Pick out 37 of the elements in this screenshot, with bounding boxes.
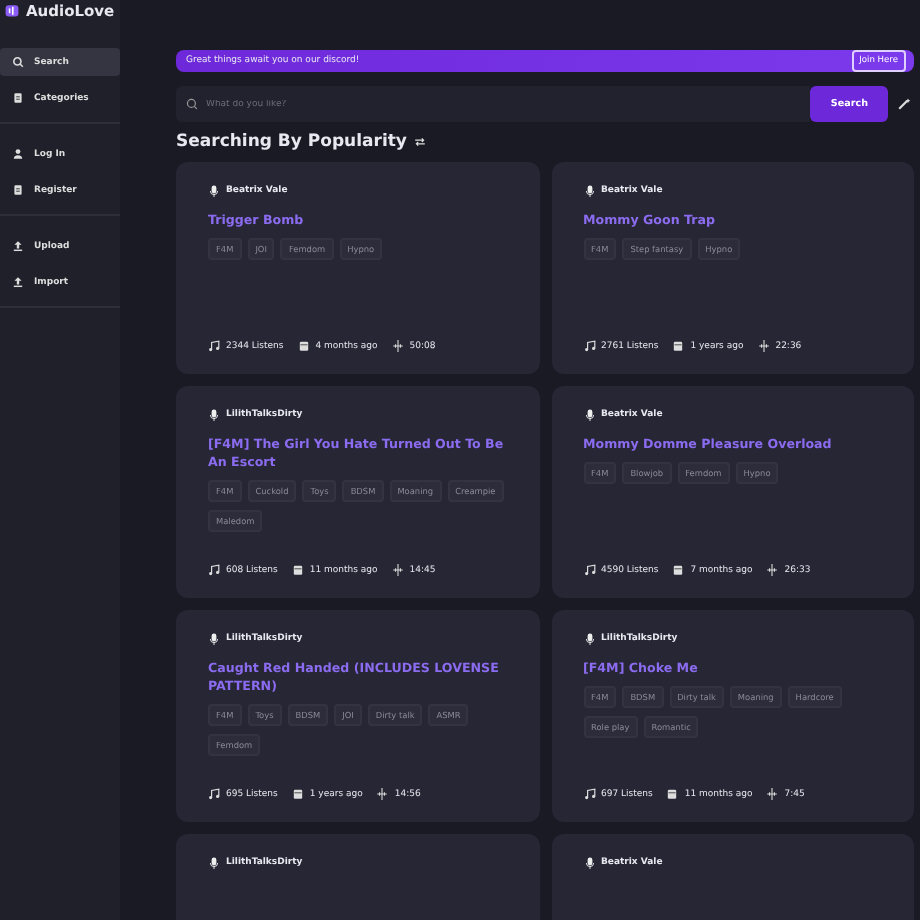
calendar-icon (291, 788, 304, 800)
music-note-icon (208, 788, 220, 800)
clipboard-icon (12, 92, 24, 104)
calendar-icon (666, 788, 679, 800)
music-note-icon (208, 340, 220, 352)
waveform-icon (757, 340, 770, 352)
upload-icon (12, 276, 24, 288)
microphone-icon (583, 408, 595, 422)
calendar-icon (291, 564, 304, 576)
search-icon (186, 98, 198, 110)
calendar-icon (297, 340, 310, 352)
upload-icon (12, 240, 24, 252)
music-note-icon (583, 340, 595, 352)
clipboard-icon (12, 184, 24, 196)
microphone-icon (583, 632, 595, 646)
calendar-icon (672, 340, 685, 352)
calendar-icon (672, 564, 685, 576)
microphone-icon (208, 184, 220, 198)
music-note-icon (208, 564, 220, 576)
microphone-icon (583, 184, 595, 198)
waveform-icon (766, 564, 779, 576)
music-note-icon (583, 564, 595, 576)
music-note-icon (583, 788, 595, 800)
wand-icon[interactable] (896, 96, 912, 112)
waveform-icon (391, 564, 404, 576)
microphone-icon (208, 856, 220, 870)
microphone-icon (208, 408, 220, 422)
waveform-icon (376, 788, 389, 800)
waveform-icon (391, 340, 404, 352)
search-icon (12, 56, 24, 68)
swap-icon[interactable] (414, 136, 427, 148)
section-heading: Searching By Popularity (176, 132, 407, 152)
microphone-icon (208, 632, 220, 646)
waveform-icon (766, 788, 779, 800)
logo-icon (4, 2, 20, 18)
microphone-icon (583, 856, 595, 870)
user-icon (12, 148, 24, 160)
